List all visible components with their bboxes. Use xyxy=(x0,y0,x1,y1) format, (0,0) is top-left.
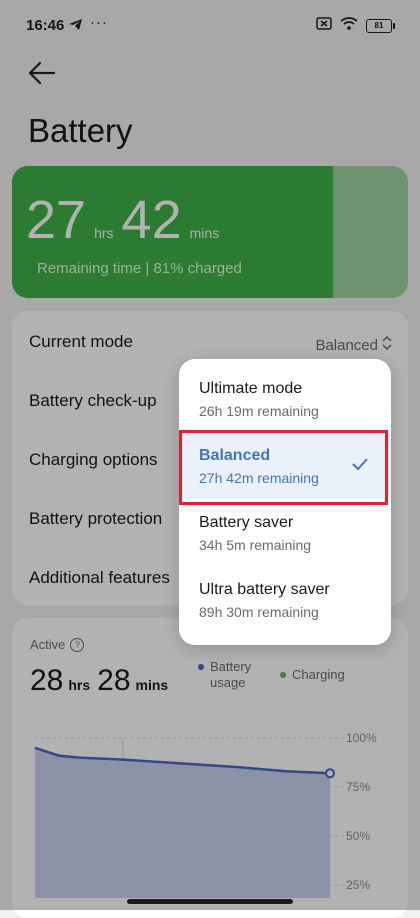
chart-y-tick: 100% xyxy=(346,731,377,745)
page-title: Battery xyxy=(28,112,133,149)
chart-y-tick: 75% xyxy=(346,780,370,794)
chart-y-tick: 25% xyxy=(346,878,370,892)
current-mode-value[interactable]: Balanced xyxy=(315,335,392,355)
mode-option-battery-saver[interactable]: Battery saver 34h 5m remaining xyxy=(179,500,391,566)
battery-usage-chart: 100% 75% 50% 25% xyxy=(34,731,377,898)
battery-usage-endpoint xyxy=(325,768,335,779)
telegram-icon xyxy=(68,18,83,36)
mode-option-label: Ultra battery saver xyxy=(199,581,330,598)
mode-option-sub: 27h 42m remaining xyxy=(199,470,319,486)
mode-option-ultra-saver[interactable]: Ultra battery saver 89h 30m remaining xyxy=(179,567,391,633)
additional-features-row[interactable]: Additional features xyxy=(29,568,170,588)
active-usage-card: Active ? 28 hrs 28 mins Battery usage Ch… xyxy=(12,618,408,918)
mode-menu: Ultimate mode 26h 19m remaining Balanced… xyxy=(179,359,391,645)
battery-protection-row[interactable]: Battery protection xyxy=(29,509,162,529)
hours-unit: hrs xyxy=(94,225,114,241)
more-notifications-icon: ··· xyxy=(90,14,108,31)
minutes-unit: mins xyxy=(189,225,220,241)
current-mode-row[interactable]: Current mode xyxy=(29,332,133,352)
current-mode-text: Balanced xyxy=(315,336,378,354)
mode-option-label: Ultimate mode xyxy=(199,380,303,397)
mode-option-balanced[interactable]: Balanced 27h 42m remaining xyxy=(179,433,391,499)
mode-option-sub: 26h 19m remaining xyxy=(199,403,319,419)
back-arrow-icon[interactable] xyxy=(28,60,56,86)
mode-option-sub: 89h 30m remaining xyxy=(199,604,319,620)
remaining-minutes: 42 xyxy=(121,190,182,250)
home-indicator[interactable] xyxy=(127,899,293,904)
battery-level-icon: 81 xyxy=(366,19,395,33)
charging-options-row[interactable]: Charging options xyxy=(29,450,158,470)
mode-option-sub: 34h 5m remaining xyxy=(199,537,312,553)
mode-option-label: Battery saver xyxy=(199,514,294,531)
status-bar: 16:46 ··· 81 xyxy=(0,0,420,54)
sim-off-icon xyxy=(316,17,332,35)
remaining-time: 27 hrs 42 mins xyxy=(26,193,227,247)
status-time: 16:46 xyxy=(26,17,65,34)
battery-checkup-row[interactable]: Battery check-up xyxy=(29,391,157,411)
chart-y-tick: 50% xyxy=(346,829,370,843)
status-icons: 81 xyxy=(316,17,395,35)
wifi-icon xyxy=(340,17,358,35)
mode-option-label: Balanced xyxy=(199,447,271,464)
mode-option-ultimate[interactable]: Ultimate mode 26h 19m remaining xyxy=(179,366,391,432)
remaining-subtitle: Remaining time | 81% charged xyxy=(37,260,242,277)
up-down-chevron-icon xyxy=(382,335,392,355)
checkmark-icon xyxy=(351,457,369,476)
remaining-hours: 27 xyxy=(26,190,87,250)
